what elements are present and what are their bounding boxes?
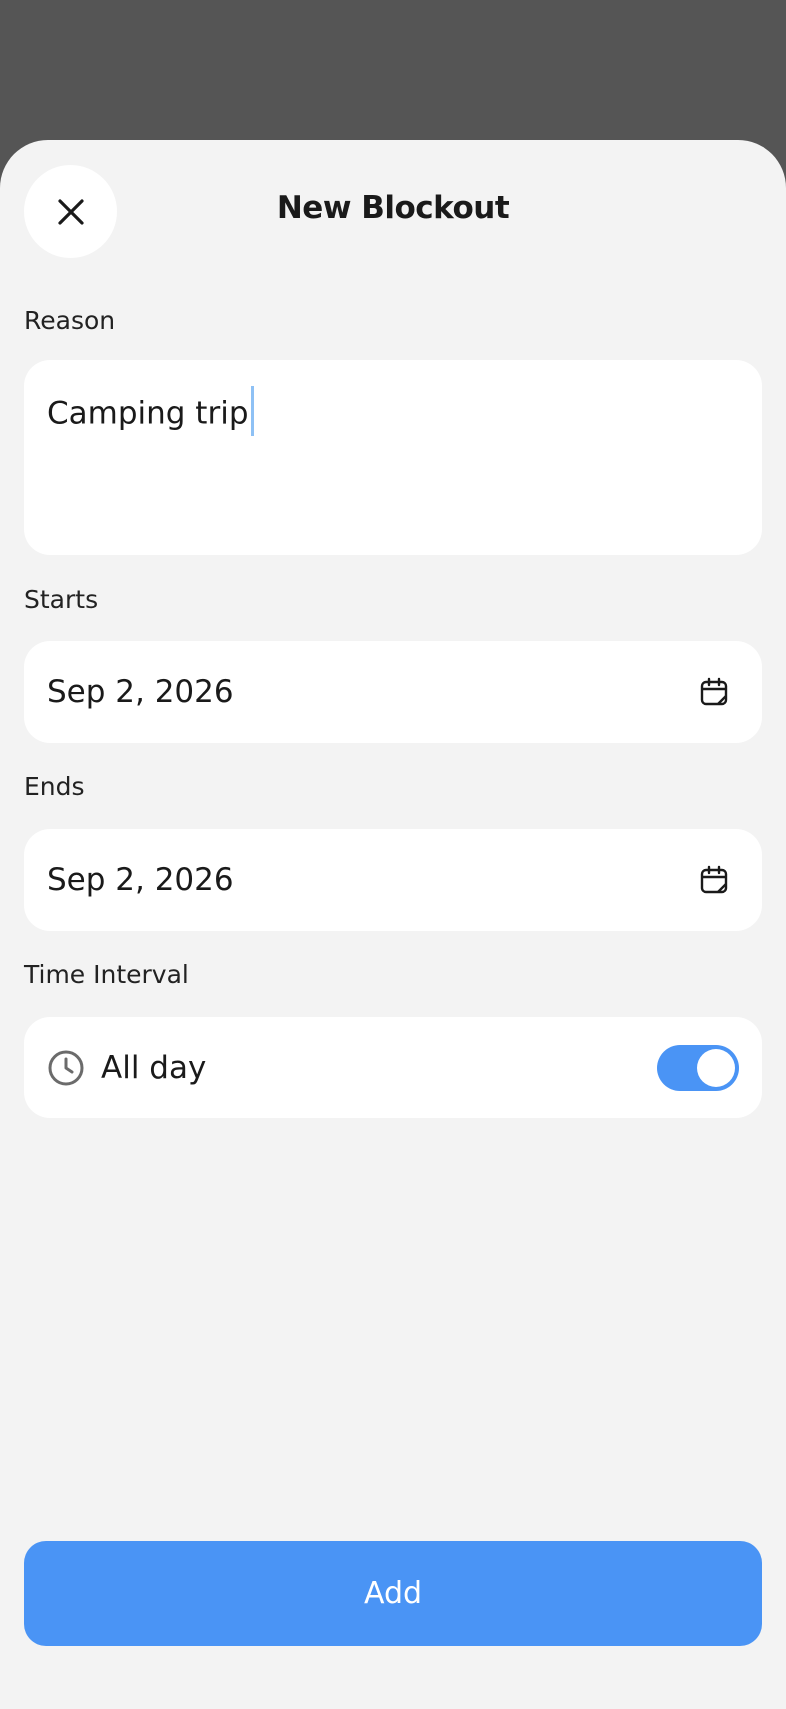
- clock-icon: [48, 1050, 84, 1085]
- reason-input[interactable]: Camping trip: [24, 360, 762, 555]
- all-day-row: All day: [24, 1017, 762, 1118]
- ends-date-field[interactable]: Sep 2, 2026: [24, 829, 762, 931]
- text-caret: [250, 386, 254, 436]
- add-button[interactable]: Add: [24, 1541, 762, 1646]
- ends-date-value: Sep 2, 2026: [47, 862, 234, 898]
- toggle-knob: [697, 1048, 735, 1087]
- calendar-icon: [700, 677, 728, 706]
- starts-date-field[interactable]: Sep 2, 2026: [24, 641, 762, 743]
- reason-label: Reason: [24, 306, 116, 335]
- time-interval-label: Time Interval: [24, 960, 189, 989]
- reason-input-value: Camping trip: [47, 395, 249, 432]
- starts-date-value: Sep 2, 2026: [47, 674, 234, 710]
- ends-label: Ends: [24, 772, 85, 801]
- page-title: New Blockout: [276, 190, 510, 226]
- all-day-label: All day: [101, 1049, 207, 1086]
- all-day-toggle[interactable]: [657, 1044, 739, 1091]
- starts-label: Starts: [24, 585, 99, 614]
- bottom-sheet: New Blockout Reason Camping trip Starts …: [0, 140, 786, 1709]
- calendar-icon: [700, 865, 728, 894]
